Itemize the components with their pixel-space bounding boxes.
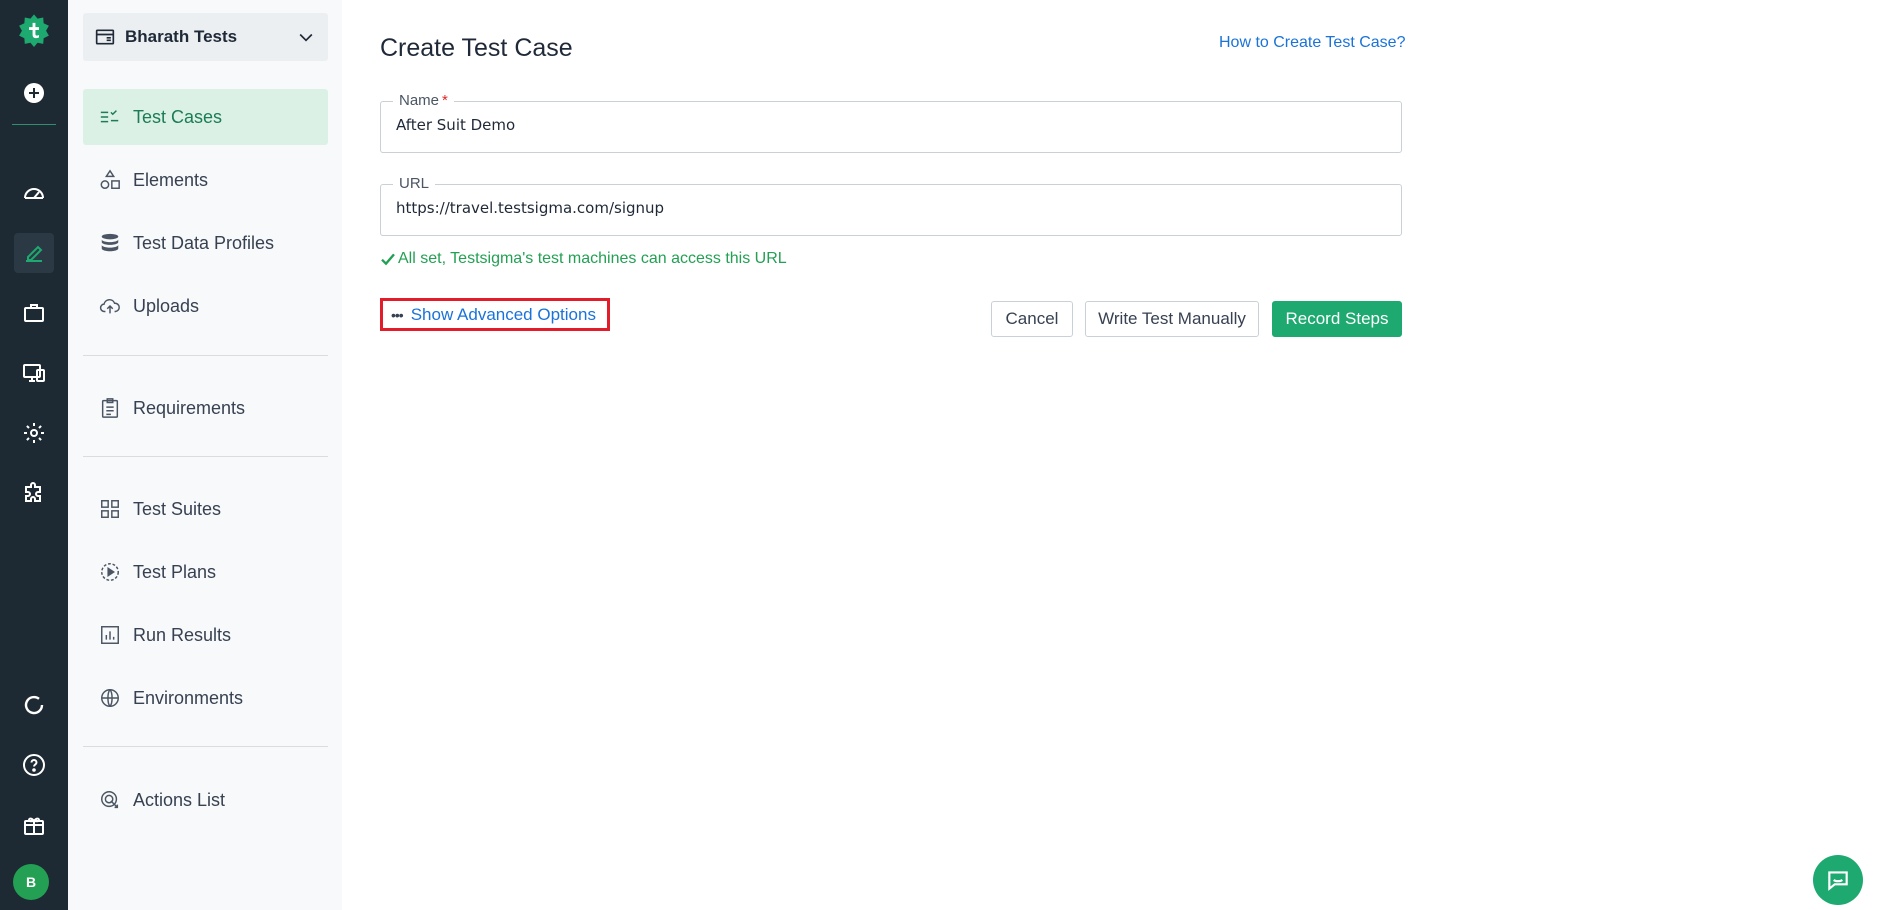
database-icon: [101, 233, 119, 252]
sidebar-divider: [83, 456, 328, 457]
show-advanced-options-label: Show Advanced Options: [410, 304, 596, 324]
sidebar-item-environments[interactable]: Environments: [83, 670, 328, 726]
clipboard-icon: [101, 398, 119, 418]
sidebar-item-label: Run Results: [133, 624, 232, 645]
sidebar-item-label: Requirements: [133, 397, 246, 418]
addons-icon[interactable]: [14, 473, 54, 513]
sidebar-item-test-cases[interactable]: Test Cases: [83, 89, 328, 145]
play-circle-icon: [101, 563, 119, 581]
page-title: Create Test Case: [380, 34, 573, 62]
name-input[interactable]: [396, 116, 1376, 134]
checkmark-icon: [381, 253, 395, 266]
sidebar-item-label: Actions List: [133, 789, 226, 810]
url-status-text: All set, Testsigma's test machines can a…: [398, 250, 787, 267]
required-marker: *: [442, 92, 448, 109]
sidebar-item-test-suites[interactable]: Test Suites: [83, 481, 328, 537]
project-name: Bharath Tests: [125, 27, 238, 46]
sidebar-item-label: Test Data Profiles: [133, 232, 275, 253]
elements-icon: [100, 169, 120, 189]
devices-icon[interactable]: [14, 353, 54, 393]
briefcase-icon[interactable]: [14, 293, 54, 333]
globe-icon: [101, 689, 119, 707]
rail-divider: [12, 124, 56, 125]
name-label-text: Name: [399, 92, 440, 109]
sidebar-item-test-plans[interactable]: Test Plans: [83, 544, 328, 600]
sidebar-item-label: Uploads: [133, 295, 200, 316]
edit-icon[interactable]: [14, 233, 54, 273]
sidebar-divider: [83, 355, 328, 356]
cancel-button[interactable]: Cancel: [991, 301, 1073, 337]
add-icon[interactable]: [14, 73, 54, 113]
sidebar-item-label: Elements: [133, 169, 209, 190]
name-field-label: Name *: [393, 92, 454, 109]
loading-icon[interactable]: [14, 685, 54, 725]
sidebar-item-uploads[interactable]: Uploads: [83, 278, 328, 334]
avatar[interactable]: B: [13, 864, 49, 900]
sidebar-item-elements[interactable]: Elements: [83, 152, 328, 208]
gift-icon[interactable]: [14, 805, 54, 845]
help-icon[interactable]: [14, 745, 54, 785]
sidebar-item-test-data-profiles[interactable]: Test Data Profiles: [83, 215, 328, 271]
sidebar-item-label: Test Cases: [133, 106, 223, 127]
cloud-upload-icon: [99, 298, 120, 314]
main-content: Create Test Case How to Create Test Case…: [342, 0, 1877, 910]
write-test-manually-button[interactable]: Write Test Manually: [1085, 301, 1259, 337]
chevron-down-icon: [299, 33, 313, 42]
bar-chart-icon: [101, 626, 119, 644]
record-steps-button[interactable]: Record Steps: [1272, 301, 1402, 337]
settings-icon[interactable]: [14, 413, 54, 453]
project-selector[interactable]: Bharath Tests: [83, 13, 328, 61]
grid-icon: [101, 500, 119, 518]
more-dots-icon: •••: [391, 306, 404, 323]
url-field: URL: [380, 175, 1402, 236]
window-icon: [95, 29, 115, 45]
sidebar-item-actions-list[interactable]: Actions List: [83, 772, 328, 828]
chat-button[interactable]: [1813, 855, 1863, 905]
sidebar: Bharath Tests Test Cases Elements Test D…: [68, 0, 342, 910]
url-input[interactable]: [396, 199, 1376, 217]
show-advanced-options-button[interactable]: ••• Show Advanced Options: [380, 298, 610, 331]
sidebar-item-label: Test Plans: [133, 561, 217, 582]
sidebar-item-run-results[interactable]: Run Results: [83, 607, 328, 663]
sidebar-item-label: Test Suites: [133, 498, 222, 519]
sidebar-divider: [83, 746, 328, 747]
name-field: Name *: [380, 92, 1402, 153]
test-cases-icon: [100, 110, 119, 123]
sidebar-item-label: Environments: [133, 687, 244, 708]
testsigma-logo-icon[interactable]: [14, 10, 54, 50]
url-status-message: All set, Testsigma's test machines can a…: [380, 250, 787, 268]
sidebar-item-requirements[interactable]: Requirements: [83, 380, 328, 436]
app-rail: B: [0, 0, 68, 910]
chat-icon: [1828, 871, 1848, 891]
dashboard-icon[interactable]: [14, 173, 54, 213]
actions-icon: [101, 791, 119, 809]
how-to-create-link[interactable]: How to Create Test Case?: [1219, 34, 1405, 52]
url-field-label: URL: [393, 175, 436, 192]
